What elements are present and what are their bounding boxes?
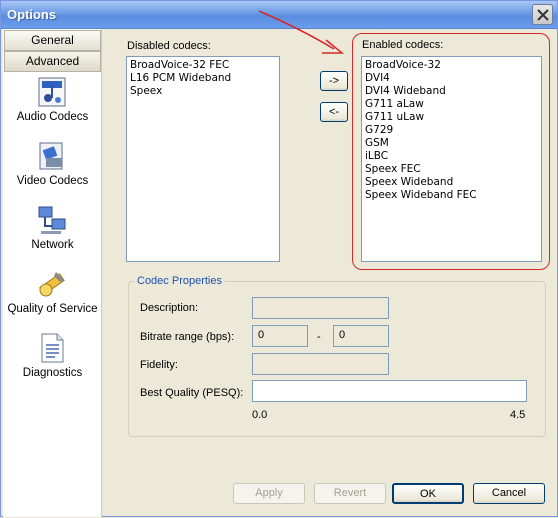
bitrate-max-field[interactable]: 0 (333, 325, 389, 347)
cancel-button[interactable]: Cancel (473, 483, 545, 504)
list-item[interactable]: G711 aLaw (365, 98, 538, 111)
list-item[interactable]: GSM (365, 137, 538, 150)
fidelity-field[interactable] (252, 353, 389, 375)
list-item[interactable]: DVI4 (365, 72, 538, 85)
pesq-bar (252, 380, 527, 402)
bitrate-separator: - (317, 331, 321, 343)
list-item[interactable]: Speex (130, 85, 276, 98)
close-button[interactable] (532, 4, 553, 25)
video-codecs-icon (39, 142, 63, 170)
list-item[interactable]: G729 (365, 124, 538, 137)
bitrate-min-field[interactable]: 0 (252, 325, 308, 347)
nav-item-quality-of-service[interactable]: Quality of Service (3, 268, 102, 330)
list-item[interactable]: Speex Wideband FEC (365, 189, 538, 202)
move-left-button[interactable]: <- (320, 102, 348, 122)
nav-item-label: Audio Codecs (16, 111, 89, 123)
options-nav: General Advanced Audio Codecs Video Code… (3, 29, 102, 517)
move-right-button[interactable]: -> (320, 71, 348, 91)
fidelity-label: Fidelity: (140, 359, 178, 371)
window-title: Options (7, 7, 57, 22)
pesq-max-label: 4.5 (510, 409, 526, 421)
nav-item-video-codecs[interactable]: Video Codecs (3, 140, 102, 202)
enabled-codecs-label: Enabled codecs: (362, 39, 444, 51)
network-icon (38, 206, 66, 234)
pesq-label: Best Quality (PESQ): (140, 387, 244, 399)
list-item[interactable]: L16 PCM Wideband (130, 72, 276, 85)
enabled-codecs-list[interactable]: BroadVoice-32 DVI4 DVI4 Wideband G711 aLaw G… (361, 56, 542, 262)
nav-item-label: Network (31, 239, 74, 251)
nav-item-network[interactable]: Network (3, 204, 102, 266)
revert-button[interactable]: Revert (314, 483, 386, 504)
disabled-codecs-list[interactable]: BroadVoice-32 FEC L16 PCM Wideband Speex (126, 56, 280, 262)
list-item[interactable]: BroadVoice-32 (365, 59, 538, 72)
codec-properties-title: Codec Properties (134, 275, 225, 287)
close-icon (537, 9, 549, 21)
apply-button[interactable]: Apply (233, 483, 305, 504)
options-window: Options General Advanced Audio Codecs Vi… (0, 0, 558, 517)
nav-item-label: Diagnostics (22, 367, 83, 379)
list-item[interactable]: BroadVoice-32 FEC (130, 59, 276, 72)
description-label: Description: (140, 302, 199, 314)
bitrate-label: Bitrate range (bps): (140, 331, 235, 343)
diagnostics-icon (41, 333, 64, 363)
description-field[interactable] (252, 297, 389, 319)
quality-of-service-icon (39, 272, 65, 297)
list-item[interactable]: iLBC (365, 150, 538, 163)
pesq-min-label: 0.0 (252, 409, 268, 421)
nav-item-audio-codecs[interactable]: Audio Codecs (3, 76, 102, 138)
nav-item-label: Quality of Service (7, 303, 98, 315)
list-item[interactable]: Speex FEC (365, 163, 538, 176)
tab-advanced[interactable]: Advanced (4, 51, 101, 72)
nav-item-label: Video Codecs (16, 175, 89, 187)
nav-item-diagnostics[interactable]: Diagnostics (3, 332, 102, 394)
list-item[interactable]: G711 uLaw (365, 111, 538, 124)
list-item[interactable]: Speex Wideband (365, 176, 538, 189)
disabled-codecs-label: Disabled codecs: (127, 40, 211, 52)
title-bar: Options (1, 1, 557, 29)
list-item[interactable]: DVI4 Wideband (365, 85, 538, 98)
ok-button[interactable]: OK (392, 483, 464, 504)
audio-codecs-icon (38, 77, 66, 107)
tab-general[interactable]: General (4, 30, 101, 51)
